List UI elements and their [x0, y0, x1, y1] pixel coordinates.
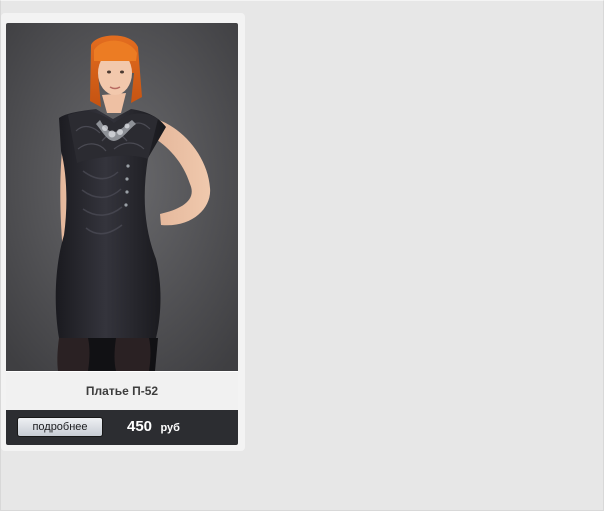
product-price: 450 руб — [127, 418, 180, 436]
product-card: Платье П-52 подробнее 450 руб — [6, 23, 238, 445]
product-photo-illustration — [6, 23, 238, 371]
price-currency: руб — [160, 422, 180, 434]
product-name[interactable]: Платье П-52 — [6, 372, 238, 410]
product-actions-bar: подробнее 450 руб — [6, 410, 238, 445]
product-photo[interactable] — [6, 23, 238, 371]
page-background: Платье П-52 подробнее 450 руб — [0, 0, 604, 511]
details-button[interactable]: подробнее — [17, 417, 103, 437]
price-value: 450 — [127, 418, 153, 435]
